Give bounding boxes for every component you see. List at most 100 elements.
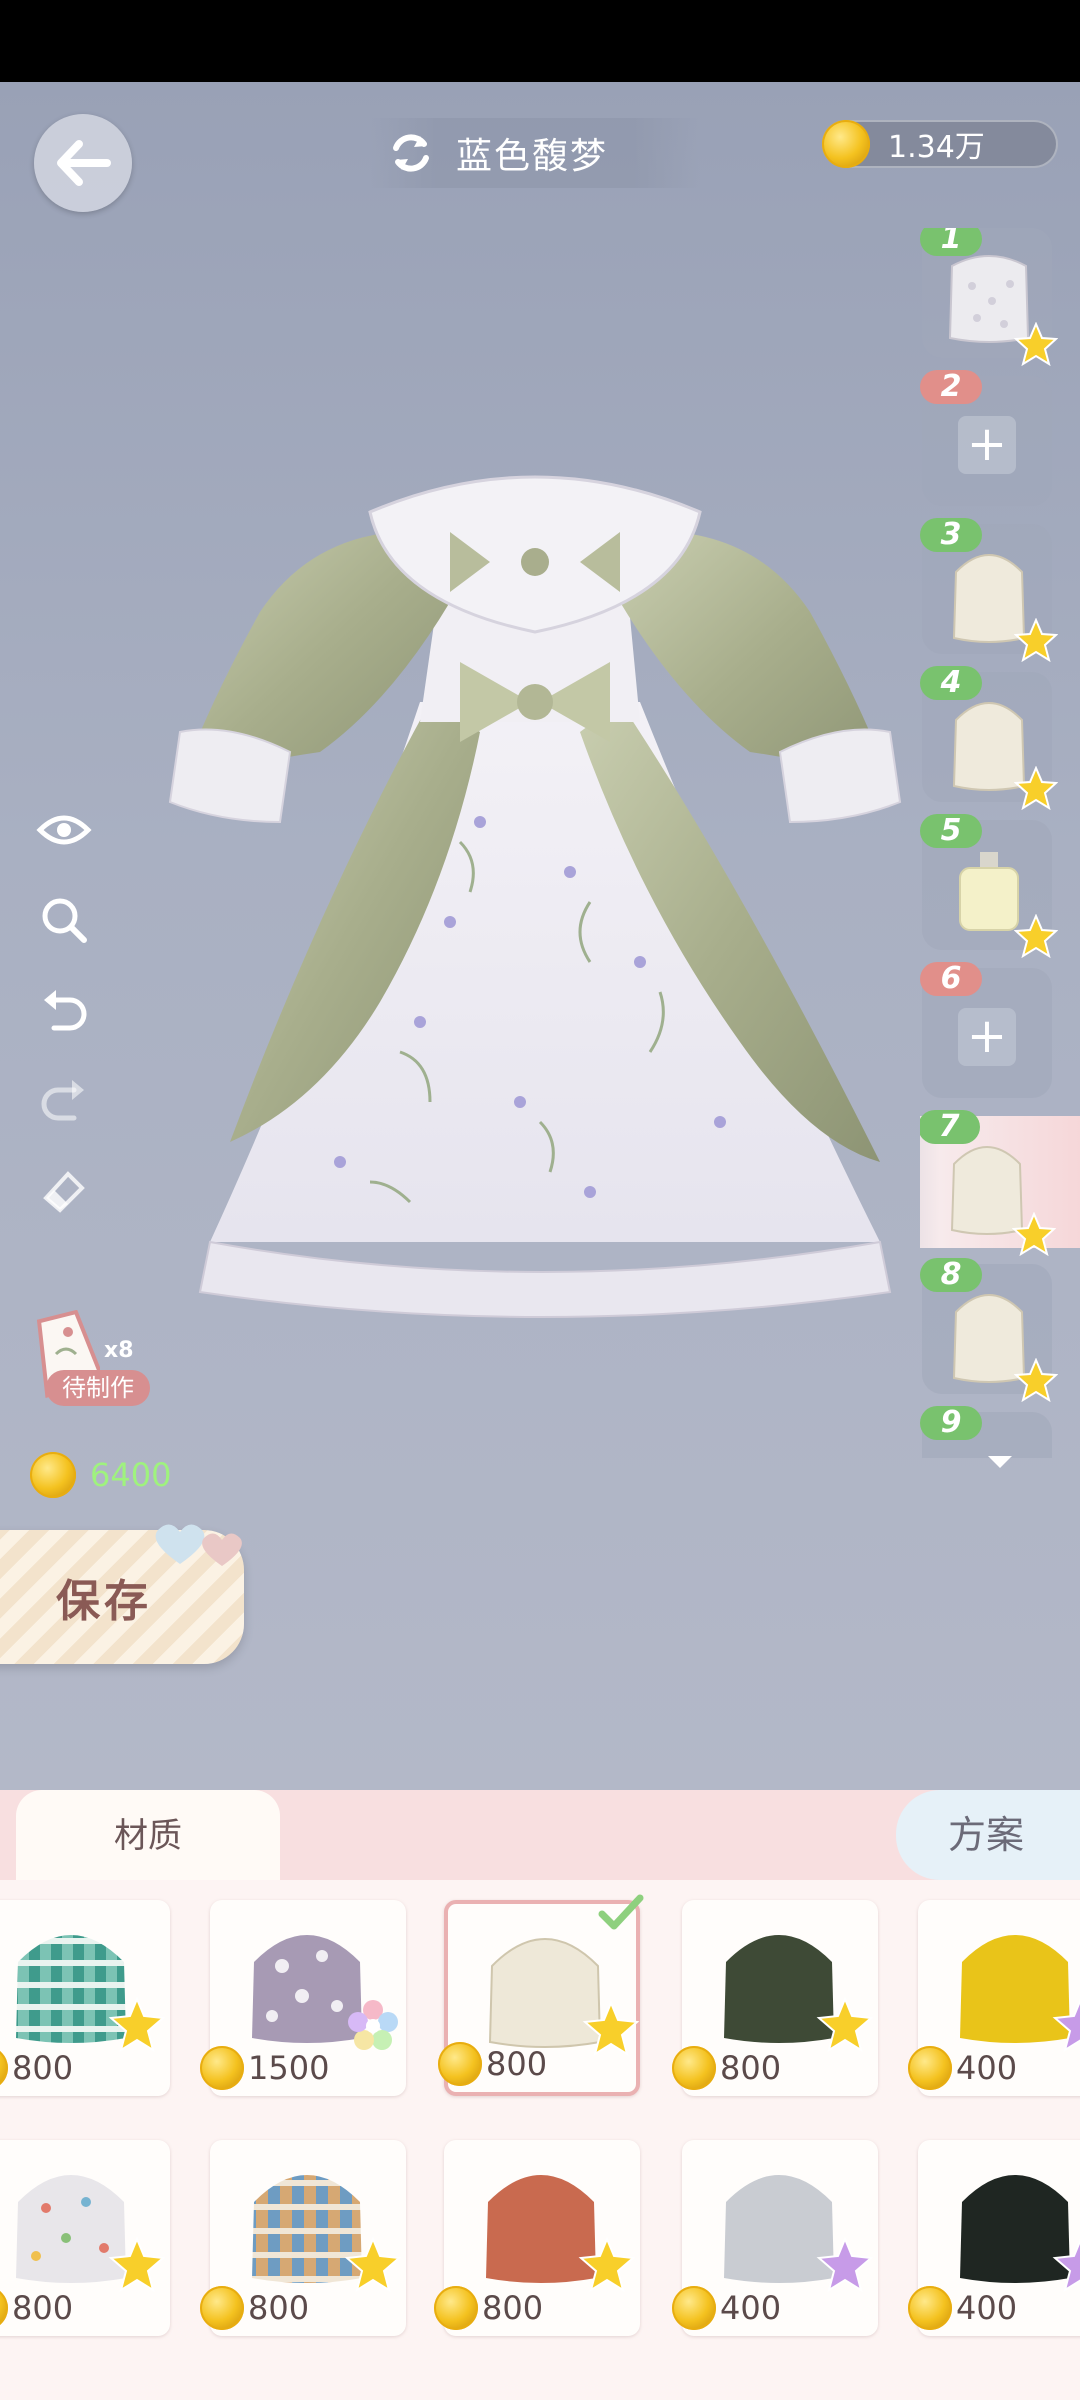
currency-display[interactable]: 1.34万 <box>822 120 1058 168</box>
material-card-selected[interactable]: 800 <box>438 1894 644 2096</box>
eye-icon <box>36 815 92 845</box>
coin-icon <box>434 2286 478 2330</box>
material-card[interactable]: 800 <box>0 2140 170 2336</box>
coin-icon <box>908 2046 952 2090</box>
slot-number: 7 <box>920 1110 980 1144</box>
yellow-star-icon <box>1014 914 1058 958</box>
heart-decoration-icon <box>155 1524 242 1566</box>
material-grid: 800 1500 800 800 400 800 800 800 400 400 <box>0 1894 1080 2400</box>
eraser-button[interactable] <box>34 1160 94 1220</box>
tab-material[interactable]: 材质 <box>16 1790 280 1880</box>
slot-number: 8 <box>920 1258 982 1292</box>
material-card[interactable]: 1500 <box>200 1900 406 2096</box>
slot-6[interactable]: 6 + <box>920 962 1052 1098</box>
back-arrow-icon <box>57 140 111 186</box>
eraser-icon <box>43 1171 85 1213</box>
rainbow-flower-icon <box>348 2000 398 2050</box>
slot-8[interactable]: 8 <box>920 1258 1058 1402</box>
zoom-button[interactable] <box>34 890 94 950</box>
yellow-star-icon <box>1014 322 1058 366</box>
yellow-star-icon <box>344 2236 402 2293</box>
coin-icon <box>30 1452 76 1498</box>
material-price: 800 <box>438 2042 547 2086</box>
dress-model[interactable] <box>120 402 950 1342</box>
coin-icon <box>200 2286 244 2330</box>
yellow-star-icon <box>1014 766 1058 810</box>
check-icon <box>598 1894 644 1930</box>
slot-9[interactable]: 9 <box>920 1406 1052 1458</box>
pending-label: 待制作 <box>46 1370 150 1406</box>
material-card[interactable]: 400 <box>908 2140 1080 2336</box>
eye-toggle-button[interactable] <box>34 800 94 860</box>
slot-3[interactable]: 3 <box>920 518 1058 662</box>
yellow-star-icon <box>1014 1358 1058 1402</box>
redo-button[interactable] <box>34 1070 94 1130</box>
material-price: 800 <box>200 2286 309 2330</box>
total-cost-value: 6400 <box>90 1456 172 1494</box>
slot-7-selected[interactable]: 7 <box>920 1110 1080 1256</box>
back-button[interactable] <box>34 114 132 212</box>
pending-count: x8 <box>104 1338 134 1363</box>
material-card[interactable]: 800 <box>200 2140 406 2336</box>
yellow-star-icon <box>1014 618 1058 662</box>
coin-icon <box>438 2042 482 2086</box>
slot-number: 5 <box>920 814 982 848</box>
part-slot-list[interactable]: 1 2 + 3 4 5 6 + 7 8 9 <box>920 228 1080 1458</box>
slot-number: 9 <box>920 1406 982 1440</box>
coin-icon <box>908 2286 952 2330</box>
yellow-star-icon <box>108 1996 166 2053</box>
purple-flower-icon <box>1052 1998 1080 2053</box>
coin-icon <box>822 120 870 168</box>
save-label: 保存 <box>56 1576 152 1627</box>
slot-number: 4 <box>920 666 982 700</box>
slot-1[interactable]: 1 <box>920 228 1058 366</box>
redo-icon <box>41 1080 84 1121</box>
material-panel: 材质 方案 800 1500 800 800 400 800 800 800 4… <box>0 1790 1080 2400</box>
slot-4[interactable]: 4 <box>920 666 1058 810</box>
slot-number: 1 <box>920 228 982 256</box>
slot-2[interactable]: 2 + <box>920 370 1052 506</box>
add-icon: + <box>958 1008 1016 1066</box>
currency-amount: 1.34万 <box>888 130 985 165</box>
undo-button[interactable] <box>34 980 94 1040</box>
outfit-title: 蓝色馥梦 <box>456 136 609 177</box>
material-card[interactable]: 400 <box>908 1900 1080 2096</box>
yellow-star-icon <box>108 2236 166 2293</box>
yellow-star-icon <box>578 2236 636 2293</box>
coin-icon <box>672 2286 716 2330</box>
material-card[interactable]: 800 <box>0 1900 170 2096</box>
magnifier-icon <box>42 898 87 943</box>
material-price: 1500 <box>200 2046 329 2090</box>
material-card[interactable]: 400 <box>672 2140 878 2336</box>
material-price: 800 <box>434 2286 543 2330</box>
slot-number: 2 <box>920 370 982 404</box>
material-price: 800 <box>0 2286 73 2330</box>
slot-number: 6 <box>920 962 982 996</box>
material-price: 400 <box>908 2046 1017 2090</box>
coin-icon <box>672 2046 716 2090</box>
coin-icon <box>0 2286 8 2330</box>
material-card[interactable]: 800 <box>672 1900 878 2096</box>
add-icon: + <box>958 416 1016 474</box>
refresh-icon[interactable] <box>388 130 434 176</box>
outfit-title-bar[interactable]: 蓝色馥梦 <box>370 118 700 188</box>
material-price: 800 <box>672 2046 781 2090</box>
purple-flower-icon <box>816 2236 874 2293</box>
tab-plan[interactable]: 方案 <box>896 1790 1080 1880</box>
scroll-down-icon[interactable] <box>988 1456 1012 1468</box>
slot-number: 3 <box>920 518 982 552</box>
material-card[interactable]: 800 <box>434 2140 640 2336</box>
status-bar <box>0 0 1080 82</box>
total-cost: 6400 <box>30 1452 171 1498</box>
purple-flower-icon <box>1052 2238 1080 2293</box>
slot-5[interactable]: 5 <box>920 814 1058 958</box>
material-price: 800 <box>0 2046 73 2090</box>
material-price: 400 <box>908 2286 1017 2330</box>
undo-icon <box>44 990 87 1031</box>
yellow-star-icon <box>816 1996 874 2053</box>
material-price: 400 <box>672 2286 781 2330</box>
yellow-star-icon <box>582 2000 640 2057</box>
coin-icon <box>0 2046 8 2090</box>
yellow-star-icon <box>1012 1212 1056 1256</box>
coin-icon <box>200 2046 244 2090</box>
